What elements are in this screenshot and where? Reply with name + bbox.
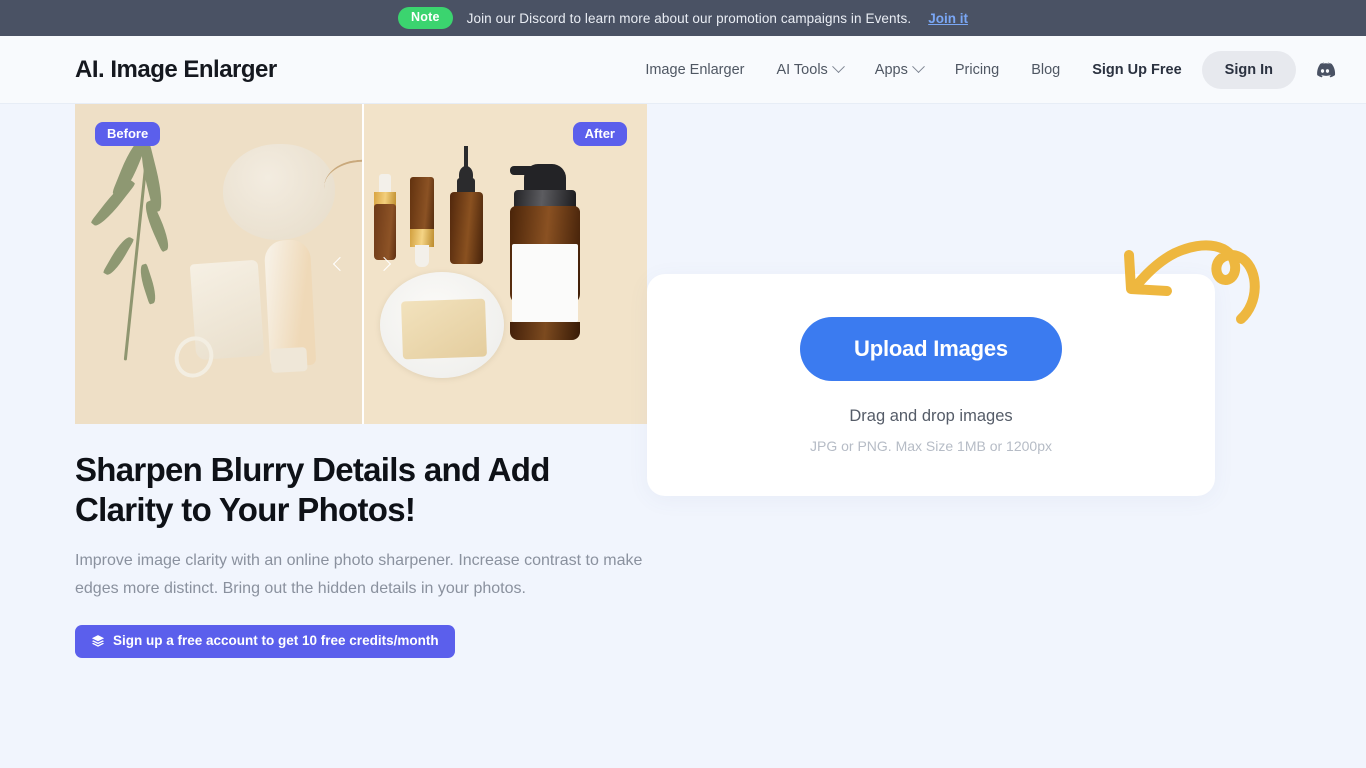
- page-title: Sharpen Blurry Details and Add Clarity t…: [75, 451, 550, 529]
- sign-up-free-label: Sign Up Free: [1092, 61, 1182, 78]
- curved-arrow-icon: [1113, 219, 1263, 324]
- chevron-left-icon: [332, 256, 348, 272]
- nav-label: Pricing: [954, 61, 1000, 78]
- free-credits-cta-button[interactable]: Sign up a free account to get 10 free cr…: [75, 624, 455, 658]
- cream-tube-cap: [270, 347, 308, 373]
- eucalyptus-leaf: [102, 234, 135, 278]
- hero-description: Improve image clarity with an online pho…: [75, 551, 643, 597]
- upload-dropzone[interactable]: Upload Images Drag and drop images JPG o…: [647, 240, 1260, 496]
- file-limit-hint: JPG or PNG. Max Size 1MB or 1200px: [810, 437, 1052, 454]
- eucalyptus-leaf: [137, 263, 159, 305]
- promo-banner: Note Join our Discord to learn more abou…: [0, 0, 1366, 36]
- chevron-right-icon: [376, 256, 392, 272]
- chevron-down-icon: [831, 60, 845, 74]
- main-navigation: Image Enlarger AI Tools Apps Pricing Blo…: [629, 50, 1338, 89]
- chevron-down-icon: [911, 60, 925, 74]
- nav-label: AI Tools: [776, 61, 828, 78]
- nav-label: Apps: [874, 61, 908, 78]
- pump-bottle-label: [512, 244, 578, 322]
- upload-images-button[interactable]: Upload Images: [800, 316, 1062, 381]
- nav-item-image-enlarger[interactable]: Image Enlarger: [629, 53, 760, 87]
- dropper-bottle-medium: [410, 177, 434, 235]
- after-badge: After: [572, 122, 627, 146]
- main-content: Before After Sharpen Blurry Details and …: [0, 104, 1366, 768]
- preview-after-half: [362, 104, 647, 424]
- hero-section: Before After Sharpen Blurry Details and …: [75, 104, 647, 768]
- nav-item-blog[interactable]: Blog: [1015, 53, 1076, 87]
- nav-item-pricing[interactable]: Pricing: [939, 53, 1015, 87]
- join-it-link[interactable]: Join it: [928, 11, 968, 26]
- soap-bar: [401, 298, 487, 360]
- dropper-bottle-cap: [415, 245, 429, 267]
- sign-in-button[interactable]: Sign In: [1201, 50, 1296, 89]
- note-badge: Note: [398, 7, 453, 29]
- nav-label: Blog: [1031, 61, 1061, 78]
- sponge-cord: [321, 156, 362, 194]
- brand-logo[interactable]: AI. Image Enlarger: [75, 56, 277, 84]
- nav-item-ai-tools[interactable]: AI Tools: [760, 53, 858, 87]
- site-header: AI. Image Enlarger Image Enlarger AI Too…: [0, 36, 1366, 104]
- drag-and-drop-hint: Drag and drop images: [849, 406, 1013, 425]
- pump-bottle-base: [510, 322, 580, 340]
- serum-bottle: [450, 192, 483, 264]
- upload-section: Upload Images Drag and drop images JPG o…: [647, 104, 1291, 768]
- sign-up-free-link[interactable]: Sign Up Free: [1076, 53, 1195, 87]
- before-after-preview[interactable]: Before After: [75, 104, 647, 424]
- layers-icon: [91, 634, 105, 648]
- free-credits-cta-label: Sign up a free account to get 10 free cr…: [113, 632, 439, 648]
- comparison-slider-handle[interactable]: [332, 249, 392, 279]
- preview-before-half: [75, 104, 362, 424]
- promo-banner-message: Join our Discord to learn more about our…: [466, 10, 912, 26]
- nav-label: Image Enlarger: [645, 61, 745, 78]
- round-sponge: [223, 144, 335, 240]
- nav-item-apps[interactable]: Apps: [859, 53, 939, 87]
- before-badge: Before: [95, 122, 161, 146]
- discord-icon[interactable]: [1312, 57, 1338, 83]
- eucalyptus-leaf: [90, 176, 136, 230]
